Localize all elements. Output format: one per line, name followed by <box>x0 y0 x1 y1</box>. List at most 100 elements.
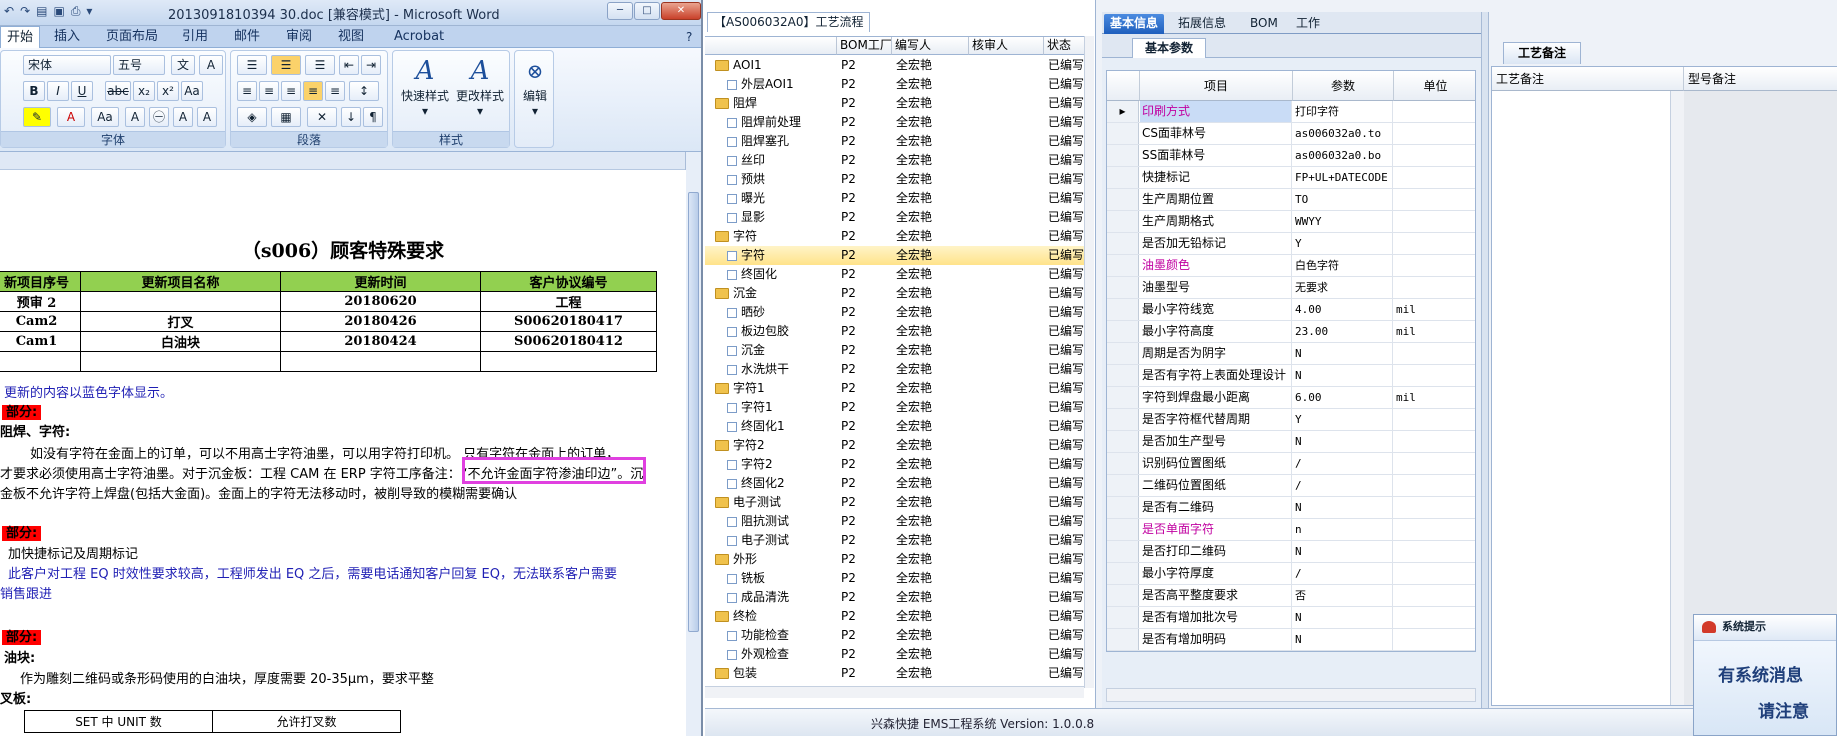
maximize-button[interactable]: □ <box>634 2 660 20</box>
bullets-icon[interactable]: ☰ <box>237 55 267 75</box>
tab-page-layout[interactable]: 页面布局 <box>100 26 164 48</box>
notes-header-model[interactable]: 型号备注 <box>1684 67 1837 91</box>
tree-column-header[interactable]: 编写人 <box>892 37 969 55</box>
tree-row[interactable]: 电子测试 P2 全宏艳 已编写 <box>705 493 1085 512</box>
param-value[interactable]: 4.00 <box>1293 299 1393 320</box>
enclose-chars-icon[interactable]: ㊀ <box>149 107 169 127</box>
help-icon[interactable]: ? <box>680 26 698 48</box>
param-value[interactable]: / <box>1293 563 1393 584</box>
minimize-button[interactable]: ─ <box>607 2 633 20</box>
param-value[interactable]: N <box>1293 343 1393 364</box>
param-row[interactable]: 是否有二维码 N <box>1107 497 1475 519</box>
param-value[interactable]: / <box>1293 475 1393 496</box>
tree-row[interactable]: 外观检查 P2 全宏艳 已编写 <box>705 645 1085 664</box>
tree-row[interactable]: 字符1 P2 全宏艳 已编写 <box>705 379 1085 398</box>
tree-row[interactable]: 终检 P2 全宏艳 已编写 <box>705 607 1085 626</box>
tab-basic-info[interactable]: 基本信息 <box>1104 14 1165 34</box>
param-value[interactable]: WWYY <box>1293 211 1393 232</box>
param-row[interactable]: 是否字符框代替周期 Y <box>1107 409 1475 431</box>
tab-review[interactable]: 审阅 <box>280 26 318 48</box>
param-value[interactable]: N <box>1293 607 1393 628</box>
tree-row[interactable]: 字符2 P2 全宏艳 已编写 <box>705 455 1085 474</box>
param-value[interactable]: 否 <box>1293 585 1393 606</box>
param-row[interactable]: 是否有增加批次号 N <box>1107 607 1475 629</box>
strikethrough-button[interactable]: abc <box>105 81 131 101</box>
tree-row[interactable]: 预烘 P2 全宏艳 已编写 <box>705 170 1085 189</box>
tree-row[interactable]: 阻焊塞孔 P2 全宏艳 已编写 <box>705 132 1085 151</box>
align-left-icon[interactable]: ≡ <box>237 81 257 101</box>
param-row[interactable]: 识别码位置图纸 / <box>1107 453 1475 475</box>
tree-row[interactable]: 水洗烘干 P2 全宏艳 已编写 <box>705 360 1085 379</box>
shading-icon[interactable]: ◈ <box>237 107 267 127</box>
tree-row[interactable]: 显影 P2 全宏艳 已编写 <box>705 208 1085 227</box>
sort-icon[interactable]: ↓ <box>341 107 361 127</box>
edit-button[interactable]: ⊗ 编辑 ▾ <box>517 55 553 118</box>
tab-basic-params[interactable]: 基本参数 <box>1132 38 1207 58</box>
param-row[interactable]: 是否有字符上表面处理设计 N <box>1107 365 1475 387</box>
tree-row[interactable]: 字符1 P2 全宏艳 已编写 <box>705 398 1085 417</box>
tree-row[interactable]: 沉金 P2 全宏艳 已编写 <box>705 341 1085 360</box>
param-row[interactable]: 最小字符厚度 / <box>1107 563 1475 585</box>
param-header-value[interactable]: 参数 <box>1293 71 1394 101</box>
param-row[interactable]: 是否有增加明码 N <box>1107 629 1475 651</box>
param-value[interactable]: N <box>1293 541 1393 562</box>
char-shading-icon[interactable]: A <box>125 107 145 127</box>
param-row[interactable]: 最小字符线宽 4.00 mil <box>1107 299 1475 321</box>
tree-column-header[interactable]: BOM工厂 <box>837 37 892 55</box>
superscript-button[interactable]: x² <box>157 81 179 101</box>
borders-icon[interactable]: ▦ <box>271 107 301 127</box>
param-header-unit[interactable]: 单位 <box>1394 71 1475 101</box>
param-row[interactable]: ▸ 印刷方式 打印字符 <box>1107 101 1475 123</box>
customize-icon[interactable]: ▾ <box>86 4 92 19</box>
param-value[interactable]: / <box>1293 453 1393 474</box>
scrollbar-thumb[interactable] <box>688 192 699 632</box>
numbering-icon[interactable]: ☰ <box>271 55 301 75</box>
param-value[interactable]: TO <box>1293 189 1393 210</box>
tab-extended-info[interactable]: 拓展信息 <box>1172 14 1232 34</box>
param-header-item[interactable]: 项目 <box>1140 71 1293 101</box>
align-center-icon[interactable]: ≡ <box>259 81 279 101</box>
tree-row[interactable]: 沉金 P2 全宏艳 已编写 <box>705 284 1085 303</box>
tab-insert[interactable]: 插入 <box>48 26 86 48</box>
shrink-font-icon[interactable]: A <box>197 107 217 127</box>
param-value[interactable]: 无要求 <box>1293 277 1393 298</box>
bold-button[interactable]: B <box>23 81 45 101</box>
tree-column-header[interactable] <box>705 37 837 55</box>
tab-references[interactable]: 引用 <box>176 26 214 48</box>
tree-row[interactable]: 阻抗测试 P2 全宏艳 已编写 <box>705 512 1085 531</box>
italic-button[interactable]: I <box>47 81 69 101</box>
param-row[interactable]: CS面菲林号 as006032a0.to <box>1107 123 1475 145</box>
param-value[interactable]: 白色字符 <box>1293 255 1393 276</box>
tab-view[interactable]: 视图 <box>332 26 370 48</box>
tree-column-header[interactable]: 核审人 <box>969 37 1044 55</box>
tree-row[interactable]: 终固化 P2 全宏艳 已编写 <box>705 265 1085 284</box>
tree-row[interactable]: 丝印 P2 全宏艳 已编写 <box>705 151 1085 170</box>
process-notes-field[interactable] <box>1492 91 1684 705</box>
show-marks-icon[interactable]: ¶ <box>363 107 383 127</box>
change-case-icon[interactable]: Aa <box>91 107 119 127</box>
param-value[interactable]: FP+UL+DATECODE <box>1293 167 1393 188</box>
save-icon[interactable]: ▣ <box>53 4 64 19</box>
tree-row[interactable]: 终固化2 P2 全宏艳 已编写 <box>705 474 1085 493</box>
tree-row[interactable]: 铣板 P2 全宏艳 已编写 <box>705 569 1085 588</box>
param-value[interactable]: N <box>1293 365 1393 386</box>
param-row[interactable]: 生产周期位置 TO <box>1107 189 1475 211</box>
char-border-icon[interactable]: A <box>199 55 223 75</box>
tree-row[interactable]: 晒砂 P2 全宏艳 已编写 <box>705 303 1085 322</box>
param-row[interactable]: 生产周期格式 WWYY <box>1107 211 1475 233</box>
process-flow-tab[interactable]: 【AS006032A0】工艺流程 <box>707 12 871 32</box>
tree-row[interactable]: 成品清洗 P2 全宏艳 已编写 <box>705 588 1085 607</box>
param-row[interactable]: 是否单面字符 n <box>1107 519 1475 541</box>
param-row[interactable]: 是否高平整度要求否 <box>1107 585 1475 607</box>
tab-process-notes[interactable]: 工艺备注 <box>1503 42 1582 64</box>
tree-row[interactable]: 外层AOI1 P2 全宏艳 已编写 <box>705 75 1085 94</box>
param-value[interactable]: 23.00 <box>1293 321 1393 342</box>
grow-font-icon[interactable]: A <box>173 107 193 127</box>
font-name-select[interactable]: 宋体 <box>23 55 111 75</box>
increase-indent-icon[interactable]: ⇥ <box>361 55 381 75</box>
tree-row[interactable]: 曝光 P2 全宏艳 已编写 <box>705 189 1085 208</box>
multilevel-list-icon[interactable]: ☰ <box>305 55 335 75</box>
param-value[interactable]: 打印字符 <box>1293 101 1393 122</box>
tree-vertical-scrollbar[interactable] <box>1084 36 1094 688</box>
line-spacing-icon[interactable]: ↕ <box>349 81 379 101</box>
